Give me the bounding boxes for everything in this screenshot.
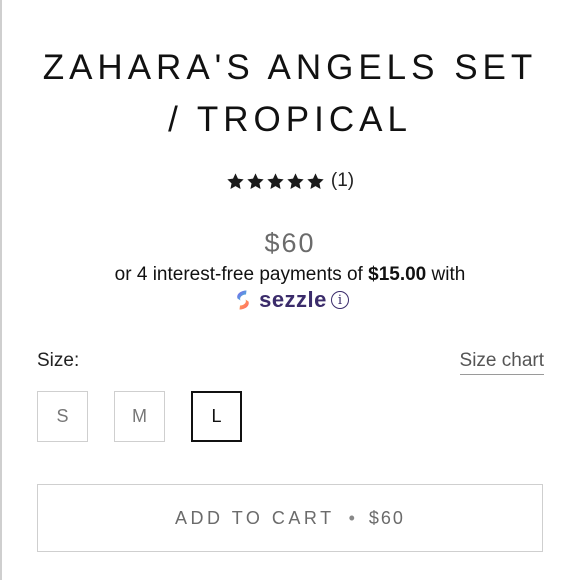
installment-amount: $15.00: [368, 264, 427, 285]
product-title: ZAHARA'S ANGELS SET / TROPICAL: [0, 42, 580, 146]
sezzle-wordmark: sezzle: [259, 287, 327, 312]
sezzle-brand[interactable]: sezzle i: [0, 287, 580, 313]
star-icon: [267, 172, 284, 189]
installment-prefix: or 4 interest-free payments of: [114, 264, 369, 285]
star-icon: [287, 172, 304, 189]
star-icon: [307, 172, 324, 189]
size-option-m[interactable]: M: [114, 391, 165, 442]
sezzle-installment-text: or 4 interest-free payments of $15.00 wi…: [0, 264, 580, 286]
product-reviews[interactable]: (1): [0, 170, 580, 192]
add-to-cart-label: ADD TO CART: [175, 507, 335, 528]
size-label: Size:: [37, 350, 80, 371]
star-icon: [247, 172, 264, 189]
cart-separator: •: [348, 507, 355, 528]
star-rating: [226, 172, 325, 191]
size-option-l[interactable]: L: [191, 391, 242, 442]
add-to-cart-button[interactable]: ADD TO CART • $60: [37, 484, 543, 552]
product-title-line-2: / TROPICAL: [168, 100, 412, 139]
info-icon[interactable]: i: [330, 291, 349, 309]
product-title-line-1: ZAHARA'S ANGELS SET: [42, 48, 538, 87]
installment-suffix: with: [426, 264, 466, 285]
review-count[interactable]: (1): [331, 170, 354, 192]
product-price: $60: [264, 228, 316, 258]
star-icon: [227, 172, 244, 189]
cart-price: $60: [368, 507, 405, 528]
sezzle-logo-icon: [237, 290, 249, 310]
size-chart-link[interactable]: Size chart: [459, 350, 544, 375]
size-option-s[interactable]: S: [37, 391, 88, 442]
